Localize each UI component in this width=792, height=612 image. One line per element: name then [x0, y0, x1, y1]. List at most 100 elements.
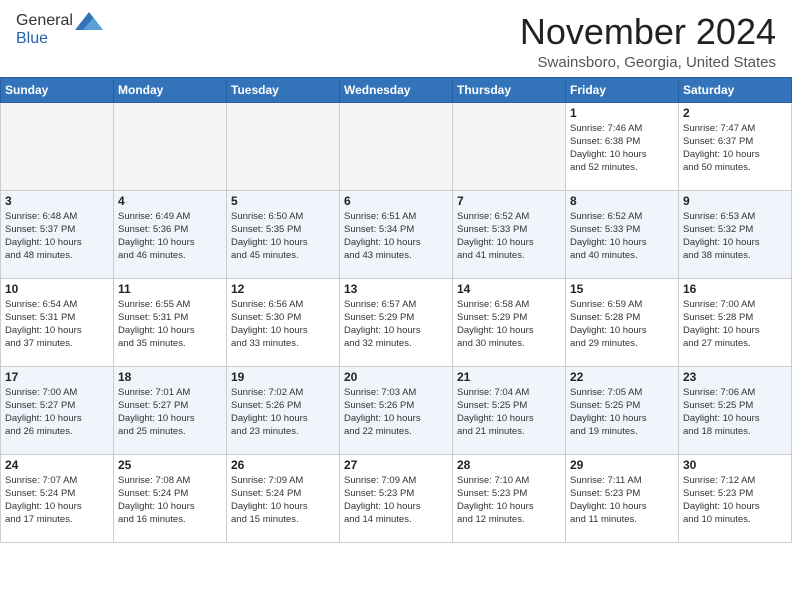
- day-number: 1: [570, 106, 674, 120]
- page: General Blue November 2024 Swainsboro, G…: [0, 0, 792, 612]
- calendar-cell: [227, 102, 340, 190]
- day-number: 24: [5, 458, 109, 472]
- day-info: Sunrise: 7:00 AM Sunset: 5:27 PM Dayligh…: [5, 386, 109, 439]
- day-number: 21: [457, 370, 561, 384]
- calendar-cell: 5Sunrise: 6:50 AM Sunset: 5:35 PM Daylig…: [227, 190, 340, 278]
- calendar-cell: 26 Sunrise: 7:09 AM Sunset: 5:24 PM Dayli…: [227, 454, 340, 542]
- weekday-header-sunday: Sunday: [1, 77, 114, 102]
- logo-general-text: General: [16, 12, 73, 30]
- day-info: Sunrise: 7:46 AM Sunset: 6:38 PM Dayligh…: [570, 122, 674, 175]
- calendar-cell: 12 Sunrise: 6:56 AM Sunset: 5:30 PM Dayli…: [227, 278, 340, 366]
- calendar-cell: 16 Sunrise: 7:00 AM Sunset: 5:28 PM Dayli…: [679, 278, 792, 366]
- day-info: Sunrise: 6:52 AM Sunset: 5:33 PM Dayligh…: [457, 210, 561, 263]
- weekday-header-tuesday: Tuesday: [227, 77, 340, 102]
- day-number: 20: [344, 370, 448, 384]
- day-info: Sunrise: 6:57 AM Sunset: 5:29 PM Dayligh…: [344, 298, 448, 351]
- calendar-cell: 30Sunrise: 7:12 AM Sunset: 5:23 PM Dayli…: [679, 454, 792, 542]
- day-info: Sunrise: 6:59 AM Sunset: 5:28 PM Dayligh…: [570, 298, 674, 351]
- weekday-header-thursday: Thursday: [453, 77, 566, 102]
- day-info: Sunrise: 7:03 AM Sunset: 5:26 PM Dayligh…: [344, 386, 448, 439]
- weekday-header-friday: Friday: [566, 77, 679, 102]
- calendar-cell: 25Sunrise: 7:08 AM Sunset: 5:24 PM Dayli…: [114, 454, 227, 542]
- day-info: Sunrise: 7:02 AM Sunset: 5:26 PM Dayligh…: [231, 386, 335, 439]
- weekday-header-wednesday: Wednesday: [340, 77, 453, 102]
- day-number: 29: [570, 458, 674, 472]
- calendar-cell: 21 Sunrise: 7:04 AM Sunset: 5:25 PM Dayli…: [453, 366, 566, 454]
- calendar-cell: [453, 102, 566, 190]
- calendar-week-row: 10 Sunrise: 6:54 AM Sunset: 5:31 PM Dayli…: [1, 278, 792, 366]
- calendar-cell: 17 Sunrise: 7:00 AM Sunset: 5:27 PM Dayli…: [1, 366, 114, 454]
- calendar-cell: 3 Sunrise: 6:48 AM Sunset: 5:37 PM Daylig…: [1, 190, 114, 278]
- day-info: Sunrise: 7:05 AM Sunset: 5:25 PM Dayligh…: [570, 386, 674, 439]
- calendar-week-row: 3 Sunrise: 6:48 AM Sunset: 5:37 PM Daylig…: [1, 190, 792, 278]
- day-number: 15: [570, 282, 674, 296]
- day-info: Sunrise: 6:51 AM Sunset: 5:34 PM Dayligh…: [344, 210, 448, 263]
- weekday-header-saturday: Saturday: [679, 77, 792, 102]
- day-number: 9: [683, 194, 787, 208]
- day-info: Sunrise: 7:11 AM Sunset: 5:23 PM Dayligh…: [570, 474, 674, 527]
- calendar-cell: 28Sunrise: 7:10 AM Sunset: 5:23 PM Dayli…: [453, 454, 566, 542]
- day-number: 22: [570, 370, 674, 384]
- location-title: Swainsboro, Georgia, United States: [520, 54, 776, 71]
- day-number: 19: [231, 370, 335, 384]
- calendar-cell: 1 Sunrise: 7:46 AM Sunset: 6:38 PM Daylig…: [566, 102, 679, 190]
- day-info: Sunrise: 6:56 AM Sunset: 5:30 PM Dayligh…: [231, 298, 335, 351]
- calendar-week-row: 24Sunrise: 7:07 AM Sunset: 5:24 PM Dayli…: [1, 454, 792, 542]
- day-info: Sunrise: 7:04 AM Sunset: 5:25 PM Dayligh…: [457, 386, 561, 439]
- day-number: 8: [570, 194, 674, 208]
- calendar-cell: [340, 102, 453, 190]
- logo-icon: [75, 12, 103, 30]
- calendar-cell: 29 Sunrise: 7:11 AM Sunset: 5:23 PM Dayli…: [566, 454, 679, 542]
- day-info: Sunrise: 6:48 AM Sunset: 5:37 PM Dayligh…: [5, 210, 109, 263]
- weekday-header-monday: Monday: [114, 77, 227, 102]
- calendar-cell: 20 Sunrise: 7:03 AM Sunset: 5:26 PM Dayli…: [340, 366, 453, 454]
- day-info: Sunrise: 7:06 AM Sunset: 5:25 PM Dayligh…: [683, 386, 787, 439]
- calendar-cell: 7 Sunrise: 6:52 AM Sunset: 5:33 PM Daylig…: [453, 190, 566, 278]
- calendar-cell: 10 Sunrise: 6:54 AM Sunset: 5:31 PM Dayli…: [1, 278, 114, 366]
- day-info: Sunrise: 6:49 AM Sunset: 5:36 PM Dayligh…: [118, 210, 222, 263]
- calendar-cell: 15 Sunrise: 6:59 AM Sunset: 5:28 PM Dayli…: [566, 278, 679, 366]
- calendar-cell: 6 Sunrise: 6:51 AM Sunset: 5:34 PM Daylig…: [340, 190, 453, 278]
- calendar-cell: 9Sunrise: 6:53 AM Sunset: 5:32 PM Daylig…: [679, 190, 792, 278]
- day-number: 16: [683, 282, 787, 296]
- calendar-cell: 18 Sunrise: 7:01 AM Sunset: 5:27 PM Dayli…: [114, 366, 227, 454]
- day-number: 7: [457, 194, 561, 208]
- calendar-cell: [114, 102, 227, 190]
- header: General Blue November 2024 Swainsboro, G…: [0, 0, 792, 77]
- title-block: November 2024 Swainsboro, Georgia, Unite…: [520, 12, 776, 71]
- day-number: 12: [231, 282, 335, 296]
- calendar-cell: 8 Sunrise: 6:52 AM Sunset: 5:33 PM Daylig…: [566, 190, 679, 278]
- day-info: Sunrise: 7:09 AM Sunset: 5:24 PM Dayligh…: [231, 474, 335, 527]
- day-number: 4: [118, 194, 222, 208]
- day-info: Sunrise: 6:50 AM Sunset: 5:35 PM Dayligh…: [231, 210, 335, 263]
- day-info: Sunrise: 6:54 AM Sunset: 5:31 PM Dayligh…: [5, 298, 109, 351]
- calendar-cell: 19 Sunrise: 7:02 AM Sunset: 5:26 PM Dayli…: [227, 366, 340, 454]
- day-number: 18: [118, 370, 222, 384]
- day-info: Sunrise: 6:52 AM Sunset: 5:33 PM Dayligh…: [570, 210, 674, 263]
- day-info: Sunrise: 7:01 AM Sunset: 5:27 PM Dayligh…: [118, 386, 222, 439]
- calendar-cell: 22 Sunrise: 7:05 AM Sunset: 5:25 PM Dayli…: [566, 366, 679, 454]
- logo-blue-text: Blue: [16, 30, 48, 48]
- calendar-cell: 2 Sunrise: 7:47 AM Sunset: 6:37 PM Daylig…: [679, 102, 792, 190]
- month-title: November 2024: [520, 12, 776, 52]
- day-number: 10: [5, 282, 109, 296]
- day-number: 6: [344, 194, 448, 208]
- day-number: 14: [457, 282, 561, 296]
- day-info: Sunrise: 7:47 AM Sunset: 6:37 PM Dayligh…: [683, 122, 787, 175]
- calendar-cell: 13Sunrise: 6:57 AM Sunset: 5:29 PM Dayli…: [340, 278, 453, 366]
- day-number: 23: [683, 370, 787, 384]
- day-number: 26: [231, 458, 335, 472]
- calendar-cell: 24Sunrise: 7:07 AM Sunset: 5:24 PM Dayli…: [1, 454, 114, 542]
- day-number: 30: [683, 458, 787, 472]
- calendar-cell: 11Sunrise: 6:55 AM Sunset: 5:31 PM Dayli…: [114, 278, 227, 366]
- calendar-cell: 23 Sunrise: 7:06 AM Sunset: 5:25 PM Dayli…: [679, 366, 792, 454]
- day-number: 11: [118, 282, 222, 296]
- day-number: 17: [5, 370, 109, 384]
- day-info: Sunrise: 7:09 AM Sunset: 5:23 PM Dayligh…: [344, 474, 448, 527]
- day-info: Sunrise: 7:00 AM Sunset: 5:28 PM Dayligh…: [683, 298, 787, 351]
- day-number: 2: [683, 106, 787, 120]
- calendar-cell: 14Sunrise: 6:58 AM Sunset: 5:29 PM Dayli…: [453, 278, 566, 366]
- calendar-cell: 4 Sunrise: 6:49 AM Sunset: 5:36 PM Daylig…: [114, 190, 227, 278]
- day-number: 3: [5, 194, 109, 208]
- day-number: 28: [457, 458, 561, 472]
